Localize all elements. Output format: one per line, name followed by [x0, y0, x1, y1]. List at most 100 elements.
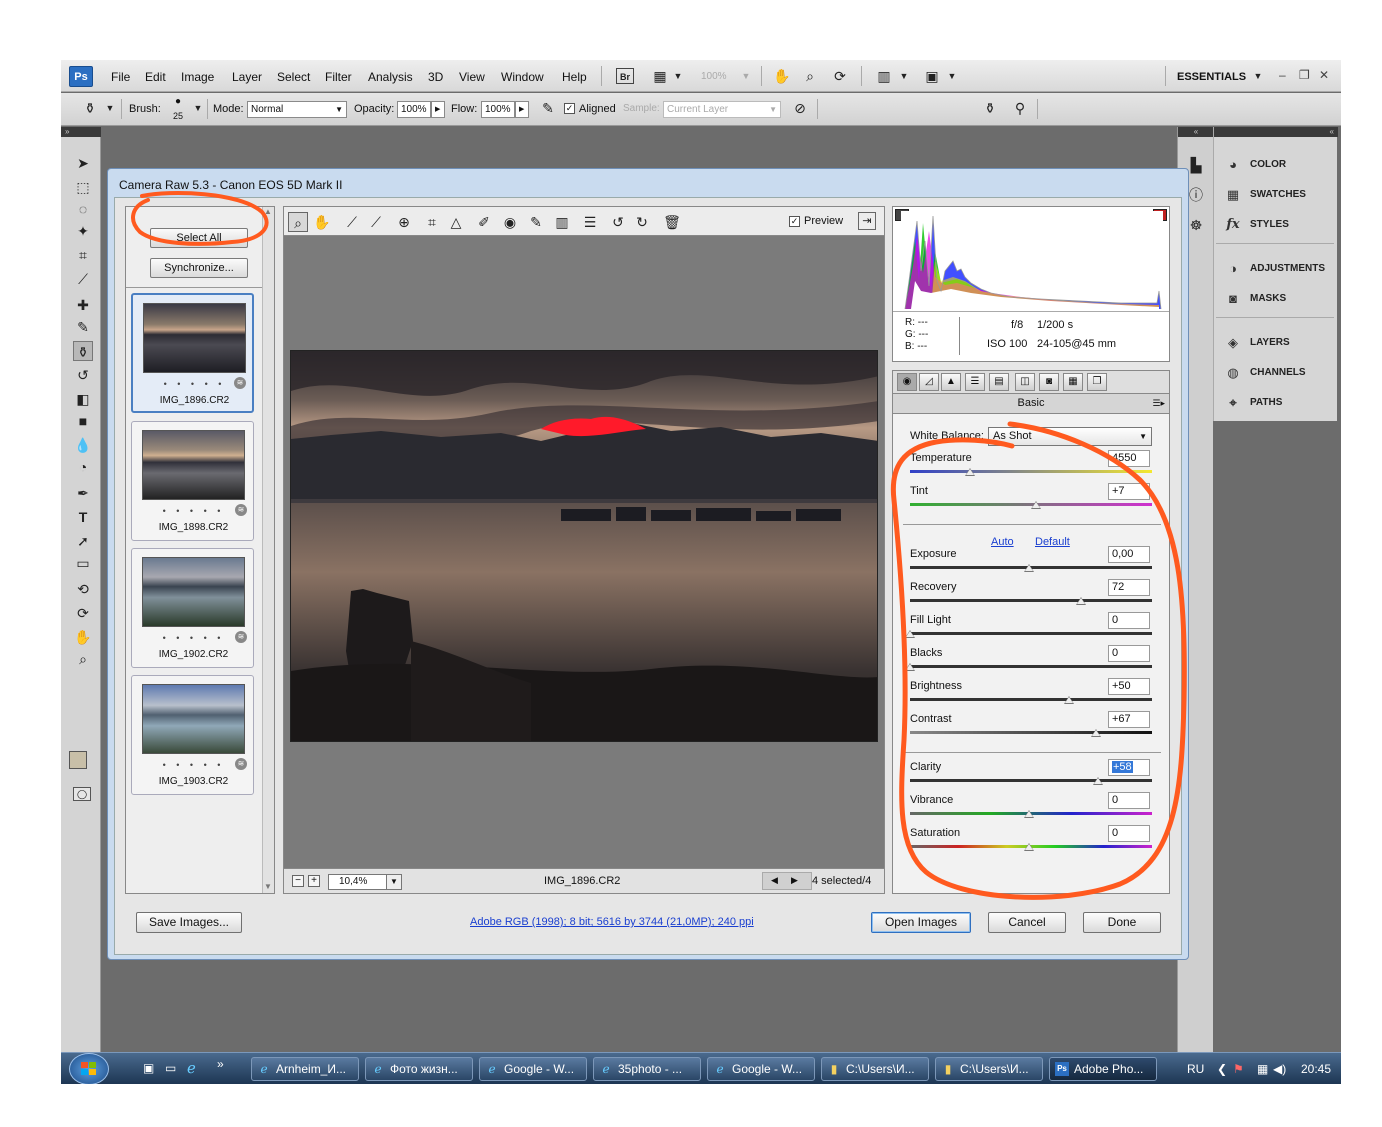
saturation-input[interactable]: 0: [1108, 825, 1150, 842]
histogram-icon[interactable]: ▙: [1186, 155, 1206, 175]
brush-tool-icon[interactable]: ✎: [73, 317, 93, 337]
chevron-down-icon[interactable]: ▼: [1249, 68, 1267, 84]
thumbnail[interactable]: • • • • • ≋ IMG_1903.CR2: [131, 675, 254, 795]
menu-image[interactable]: Image: [181, 70, 214, 84]
collapse-icon[interactable]: «: [1178, 127, 1214, 137]
ie-quicklaunch-icon[interactable]: ℯ: [187, 1059, 196, 1077]
panel-swatches[interactable]: ▦ SWATCHES: [1222, 183, 1332, 207]
zoom-out-button[interactable]: −: [292, 875, 304, 887]
zoom-icon[interactable]: ⌕: [801, 68, 819, 84]
saturation-slider-thumb[interactable]: [1024, 843, 1034, 851]
task-button[interactable]: ▮ C:\Users\И...: [935, 1057, 1043, 1081]
chevron-down-icon[interactable]: ▼: [669, 68, 687, 84]
clone-stamp-icon[interactable]: ⚱: [81, 100, 99, 116]
ignore-adjustment-icon[interactable]: ⊘: [791, 100, 809, 116]
white-balance-select[interactable]: As Shot ▼: [988, 427, 1152, 446]
brightness-input[interactable]: +50: [1108, 678, 1150, 695]
fill-light-input[interactable]: 0: [1108, 612, 1150, 629]
preview-area[interactable]: [283, 236, 885, 868]
menu-edit[interactable]: Edit: [145, 70, 166, 84]
rotate-view-icon[interactable]: ⟳: [831, 68, 849, 84]
arrange-icon[interactable]: ▥: [875, 68, 893, 84]
temperature-input[interactable]: 4550: [1108, 450, 1150, 467]
preview-photo[interactable]: [290, 350, 878, 742]
scroll-up-icon[interactable]: ▲: [264, 207, 272, 216]
thumbnail[interactable]: • • • • • ≋ IMG_1902.CR2: [131, 548, 254, 668]
zoom-tool-icon[interactable]: ⌕: [288, 212, 308, 232]
clone-stamp-tool-icon[interactable]: ⚱: [73, 341, 93, 361]
task-button[interactable]: ℯ Google - W...: [707, 1057, 815, 1081]
panel-menu-icon[interactable]: ☰▸: [1152, 394, 1165, 413]
panel-layers[interactable]: ◈ LAYERS: [1222, 331, 1332, 355]
workflow-options-link[interactable]: Adobe RGB (1998); 8 bit; 5616 by 3744 (2…: [470, 916, 754, 928]
tab-camera-calibration-icon[interactable]: ◙: [1039, 373, 1059, 391]
select-all-button[interactable]: Select All: [150, 228, 248, 248]
marquee-tool-icon[interactable]: ⬚: [73, 177, 93, 197]
temperature-slider-thumb[interactable]: [964, 468, 975, 476]
bridge-icon[interactable]: Br: [616, 68, 634, 84]
info-icon[interactable]: ⓘ: [1186, 185, 1206, 205]
prev-image-icon[interactable]: ◀: [771, 875, 778, 886]
tint-input[interactable]: +7: [1108, 483, 1150, 500]
tab-snapshots-icon[interactable]: ❐: [1087, 373, 1107, 391]
language-indicator[interactable]: RU: [1187, 1062, 1204, 1076]
tab-lens-icon[interactable]: ◫: [1015, 373, 1035, 391]
chevron-down-icon[interactable]: ▼: [943, 68, 961, 84]
collapse-icon[interactable]: »: [61, 127, 101, 137]
clarity-input[interactable]: +58: [1108, 759, 1150, 776]
menu-analysis[interactable]: Analysis: [368, 70, 413, 84]
chevron-down-icon[interactable]: ▼: [189, 100, 207, 116]
task-button[interactable]: ℯ Arnheim_И...: [251, 1057, 359, 1081]
graduated-filter-icon[interactable]: ▥: [552, 212, 572, 232]
airbrush-icon[interactable]: ✎: [539, 100, 557, 116]
spot-removal-icon[interactable]: ✐: [474, 212, 494, 232]
switch-windows-icon[interactable]: ▭: [165, 1061, 176, 1075]
clone-source-icon[interactable]: ⚱: [981, 100, 999, 116]
task-button[interactable]: ℯ Google - W...: [479, 1057, 587, 1081]
contrast-slider[interactable]: [910, 731, 1152, 734]
hand-tool-icon[interactable]: ✋: [73, 627, 93, 647]
tray-flag-icon[interactable]: ⚑: [1233, 1062, 1244, 1076]
opacity-slider-arrow[interactable]: ▶: [431, 101, 445, 118]
default-link[interactable]: Default: [1035, 536, 1070, 548]
quick-mask-icon[interactable]: ◯: [73, 787, 91, 801]
vibrance-input[interactable]: 0: [1108, 792, 1150, 809]
3d-rotate-tool-icon[interactable]: ⟲: [73, 579, 93, 599]
start-button[interactable]: [69, 1053, 109, 1084]
tray-expand-icon[interactable]: ❮: [1217, 1062, 1227, 1076]
network-icon[interactable]: ▦: [1257, 1062, 1268, 1076]
screen-mode-icon[interactable]: ▣: [923, 68, 941, 84]
hand-icon[interactable]: ✋: [773, 68, 791, 84]
foreground-color-swatch[interactable]: [69, 751, 87, 769]
trash-icon[interactable]: 🗑: [662, 212, 682, 232]
menu-3d[interactable]: 3D: [428, 70, 443, 84]
show-desktop-icon[interactable]: ▣: [143, 1061, 154, 1075]
gradient-tool-icon[interactable]: ■: [73, 411, 93, 431]
cancel-button[interactable]: Cancel: [988, 912, 1066, 933]
panel-masks[interactable]: ◙ MASKS: [1222, 287, 1332, 311]
tab-basic-icon[interactable]: ◉: [897, 373, 917, 391]
path-select-tool-icon[interactable]: ➚: [73, 531, 93, 551]
vibrance-slider-thumb[interactable]: [1024, 810, 1034, 818]
white-balance-tool-icon[interactable]: ⟋: [342, 212, 362, 232]
zoom-tool-icon[interactable]: ⌕: [73, 649, 93, 669]
clarity-slider[interactable]: [910, 779, 1152, 782]
crop-tool-icon[interactable]: ⌗: [73, 245, 93, 265]
ps-logo[interactable]: Ps: [69, 66, 93, 87]
menu-file[interactable]: File: [111, 70, 130, 84]
panel-color[interactable]: ◕ COLOR: [1222, 153, 1332, 177]
view-extras-icon[interactable]: ▦: [651, 68, 669, 84]
exposure-slider-thumb[interactable]: [1024, 564, 1034, 572]
3d-orbit-tool-icon[interactable]: ⟳: [73, 603, 93, 623]
flow-slider-arrow[interactable]: ▶: [515, 101, 529, 118]
done-button[interactable]: Done: [1083, 912, 1161, 933]
red-eye-icon[interactable]: ◉: [500, 212, 520, 232]
chevron-down-icon[interactable]: ▼: [737, 68, 755, 84]
aligned-checkbox[interactable]: ✓: [564, 103, 575, 114]
preferences-icon[interactable]: ☰: [580, 212, 600, 232]
recovery-slider-thumb[interactable]: [1076, 597, 1087, 605]
save-images-button[interactable]: Save Images...: [136, 912, 242, 933]
chevron-down-icon[interactable]: ▼: [101, 100, 119, 116]
task-button[interactable]: ℯ 35photo - ...: [593, 1057, 701, 1081]
flow-input[interactable]: 100%: [481, 101, 515, 118]
